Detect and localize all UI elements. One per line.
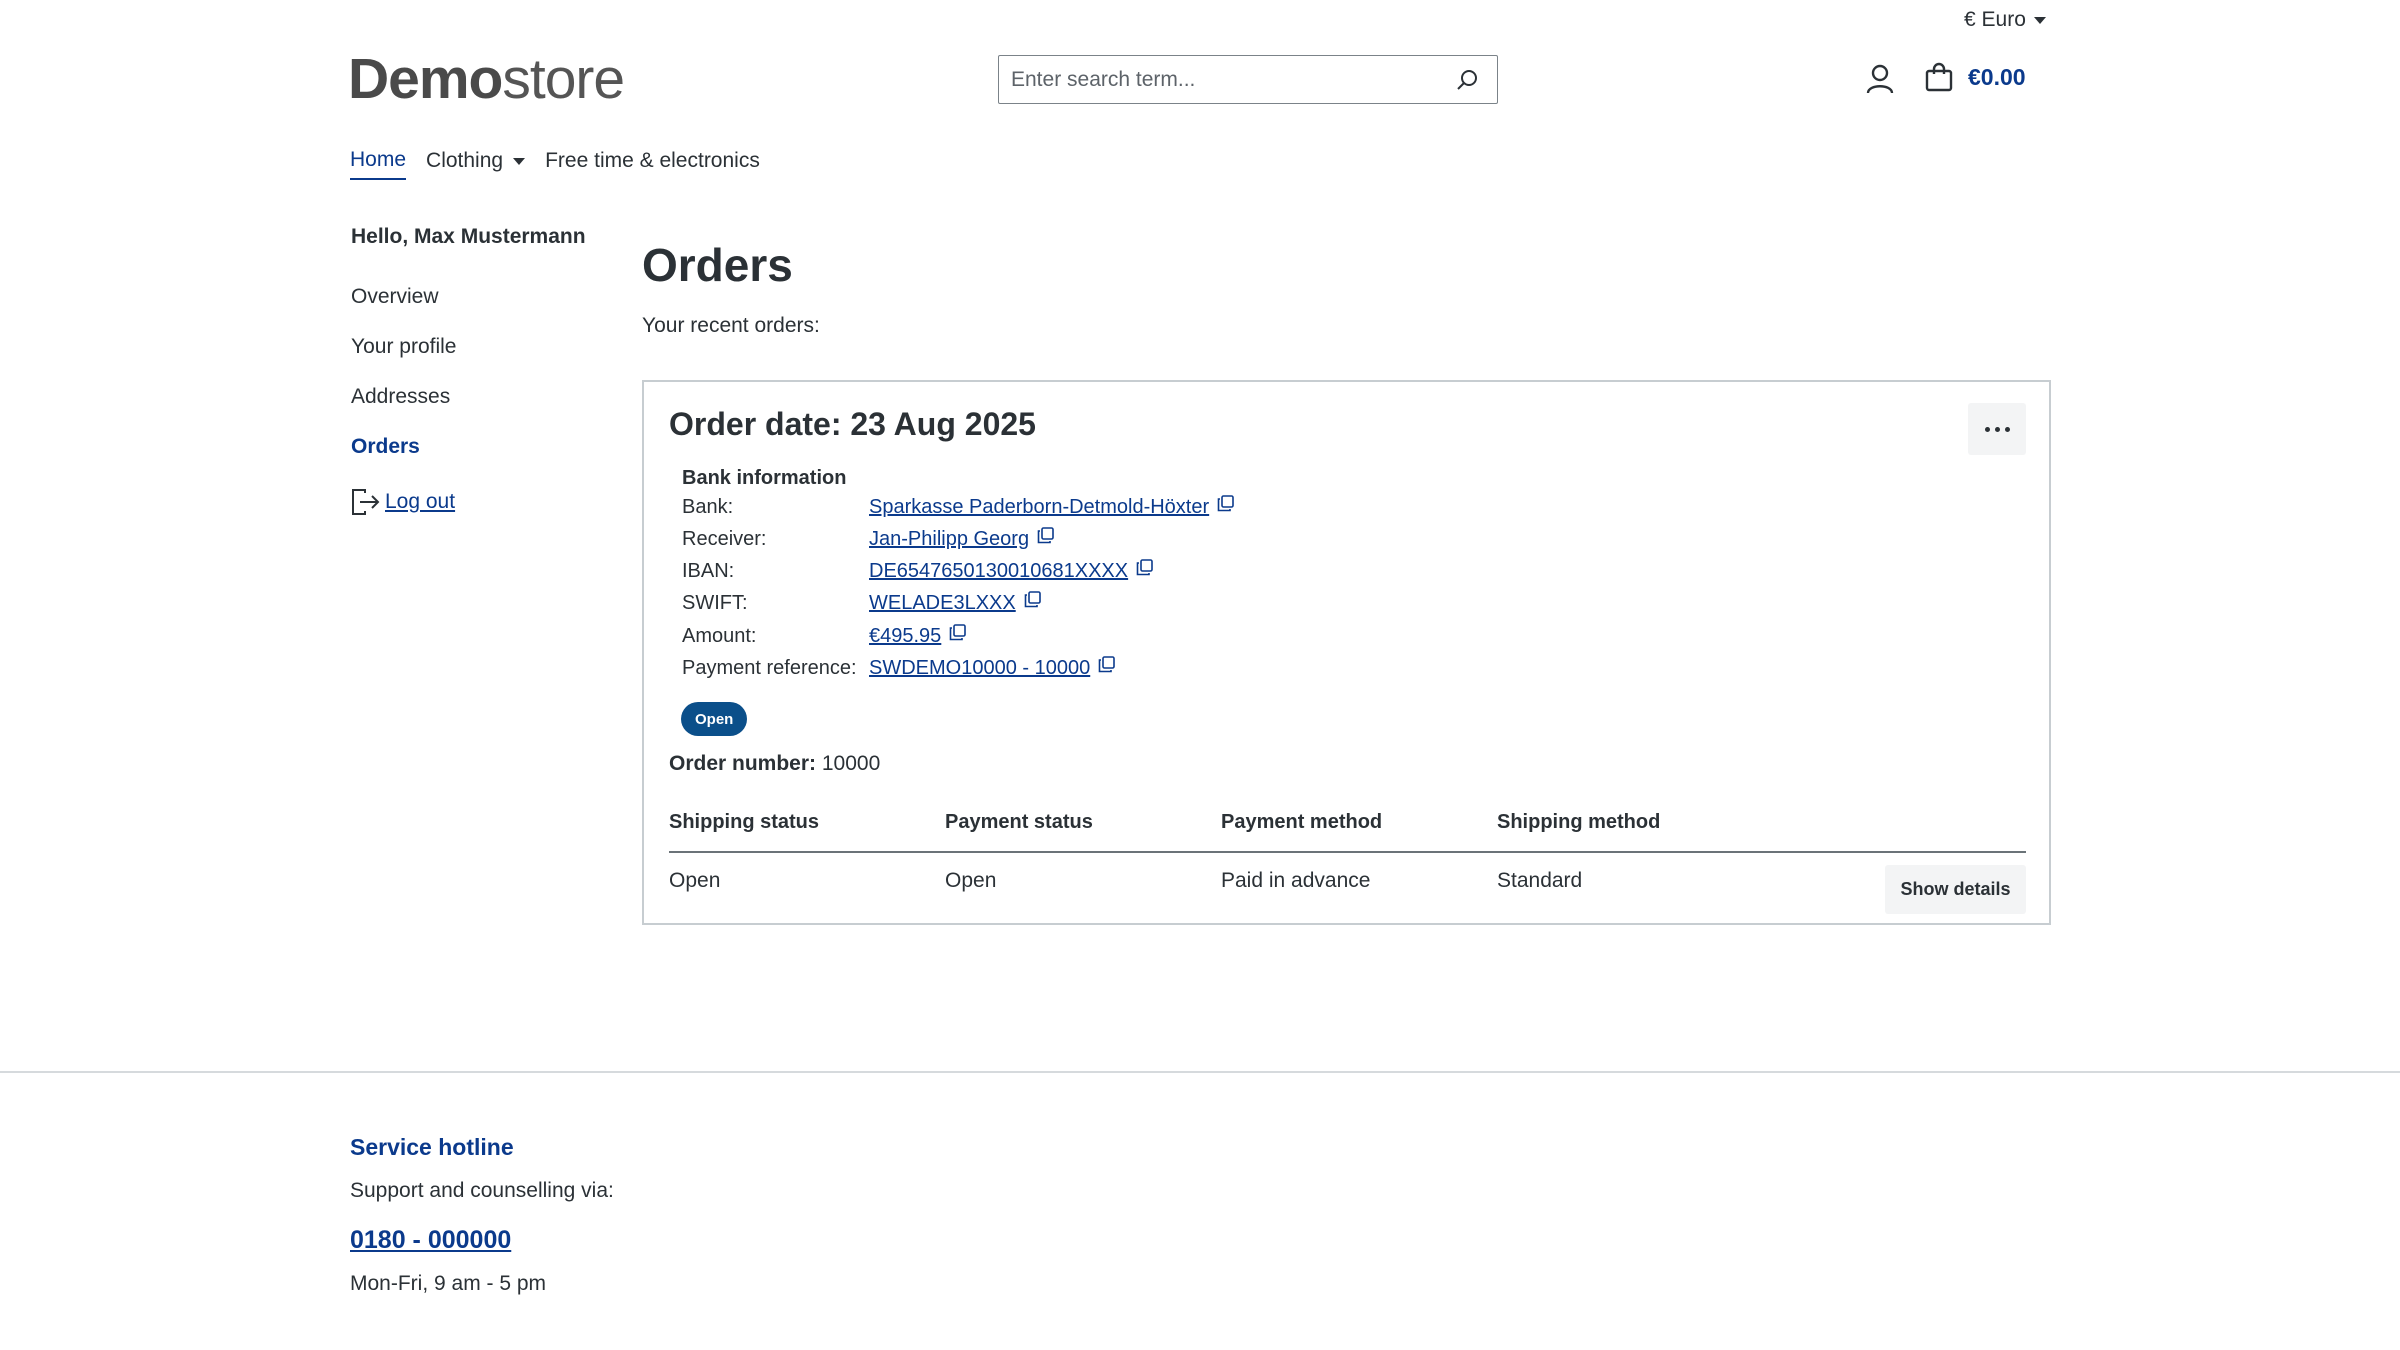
logout-label: Log out — [385, 490, 456, 513]
nav-item-label: Clothing — [426, 149, 504, 172]
bank-row-amount: Amount: €495.95 — [682, 621, 967, 651]
search-icon — [1457, 69, 1477, 90]
bank-row-label: SWIFT: — [682, 591, 748, 614]
copy-icon[interactable] — [1136, 558, 1153, 576]
status-badge: Open — [681, 702, 748, 736]
hotline-phone-link[interactable]: 0180 - 000000 — [350, 1226, 511, 1255]
cell-payment-status: Open — [945, 869, 997, 892]
more-options-icon — [1984, 426, 1990, 432]
cart-button[interactable]: €0.00 — [1924, 62, 2026, 92]
sidebar-item-addresses[interactable]: Addresses — [351, 385, 450, 409]
bank-row-bank: Bank: Sparkasse Paderborn-Detmold-Höxter — [682, 492, 1234, 522]
nav-item-home[interactable]: Home — [350, 148, 407, 180]
hotline-title: Service hotline — [350, 1134, 514, 1160]
order-number: Order number: 10000 — [669, 752, 880, 776]
copy-icon[interactable] — [1037, 526, 1054, 544]
copy-icon[interactable] — [1217, 494, 1234, 512]
bank-row-receiver: Receiver: Jan-Philipp Georg — [682, 524, 1054, 554]
nav-item-label: Home — [350, 148, 407, 171]
currency-label: € Euro — [1964, 8, 2026, 31]
cart-icon — [1925, 62, 1953, 92]
bank-row-swift: SWIFT: WELADE3LXXX — [682, 588, 1041, 618]
sidebar-item-overview[interactable]: Overview — [351, 285, 439, 309]
currency-selector[interactable]: € Euro — [1964, 8, 2046, 32]
order-number-label: Order number: — [669, 752, 817, 775]
bank-row-iban: IBAN: DE6547650130010681XXXX — [682, 556, 1153, 586]
bank-info-title: Bank information — [682, 467, 847, 489]
hotline-subtitle: Support and counselling via: — [350, 1179, 614, 1202]
nav-item-clothing[interactable]: Clothing — [426, 148, 526, 180]
bank-row-label: Amount: — [682, 624, 757, 647]
search-box — [998, 55, 1498, 104]
bank-row-value[interactable]: Sparkasse Paderborn-Detmold-Höxter — [869, 496, 1209, 519]
caret-down-icon — [2033, 16, 2046, 24]
cart-amount: €0.00 — [1968, 63, 2026, 90]
logo[interactable]: Demo store — [348, 46, 625, 112]
bank-row-label: Receiver: — [682, 527, 767, 550]
order-number-value: 10000 — [816, 752, 881, 775]
column-header-payment-method: Payment method — [1221, 811, 1383, 833]
logout-icon — [352, 489, 380, 515]
page-subtitle: Your recent orders: — [642, 314, 820, 337]
bank-row-label: IBAN: — [682, 559, 735, 582]
order-date: Order date: 23 Aug 2025 — [669, 406, 1036, 442]
cell-payment-method: Paid in advance — [1221, 869, 1371, 892]
footer-divider — [0, 1071, 2400, 1073]
main-navigation: Home Clothing Free time & electronics — [350, 148, 760, 180]
column-header-shipping-method: Shipping method — [1497, 811, 1661, 833]
column-header-payment-status: Payment status — [945, 811, 1093, 833]
order-actions-button[interactable] — [1968, 403, 2026, 455]
bank-row-value[interactable]: Jan-Philipp Georg — [869, 528, 1029, 551]
logo-demo: Demo — [348, 47, 503, 111]
page-title: Orders — [642, 239, 793, 291]
order-card: Order date: 23 Aug 2025 Bank information… — [642, 380, 2051, 925]
cell-shipping-status: Open — [669, 869, 721, 892]
bank-row-value[interactable]: DE6547650130010681XXXX — [869, 560, 1128, 583]
bank-row-value[interactable]: €495.95 — [869, 625, 941, 648]
logout-link[interactable]: Log out — [351, 488, 455, 516]
table-divider — [669, 851, 2026, 853]
cell-shipping-method: Standard — [1497, 869, 1583, 892]
bank-row-value[interactable]: WELADE3LXXX — [869, 592, 1016, 615]
copy-icon[interactable] — [1024, 590, 1041, 608]
logo-store: store — [502, 47, 625, 111]
sidebar-item-profile[interactable]: Your profile — [351, 335, 456, 359]
caret-down-icon — [513, 157, 526, 165]
hotline-hours: Mon-Fri, 9 am - 5 pm — [350, 1272, 547, 1295]
bank-row-label: Payment reference: — [682, 656, 857, 679]
copy-icon[interactable] — [1098, 655, 1116, 673]
column-header-shipping-status: Shipping status — [669, 811, 819, 833]
search-input[interactable] — [1011, 67, 1449, 92]
search-button[interactable] — [1449, 62, 1485, 98]
bank-row-payment-reference: Payment reference: SWDEMO10000 - 10000 — [682, 653, 1116, 683]
show-details-button[interactable]: Show details — [1885, 865, 2026, 914]
account-greeting: Hello, Max Mustermann — [351, 225, 586, 248]
nav-item-label: Free time & electronics — [545, 149, 760, 172]
sidebar-item-orders[interactable]: Orders — [351, 435, 420, 459]
bank-row-value[interactable]: SWDEMO10000 - 10000 — [869, 657, 1090, 680]
account-icon[interactable] — [1865, 63, 1895, 95]
bank-row-label: Bank: — [682, 495, 734, 518]
nav-item-free-time-electronics[interactable]: Free time & electronics — [545, 148, 760, 180]
copy-icon[interactable] — [949, 623, 967, 641]
